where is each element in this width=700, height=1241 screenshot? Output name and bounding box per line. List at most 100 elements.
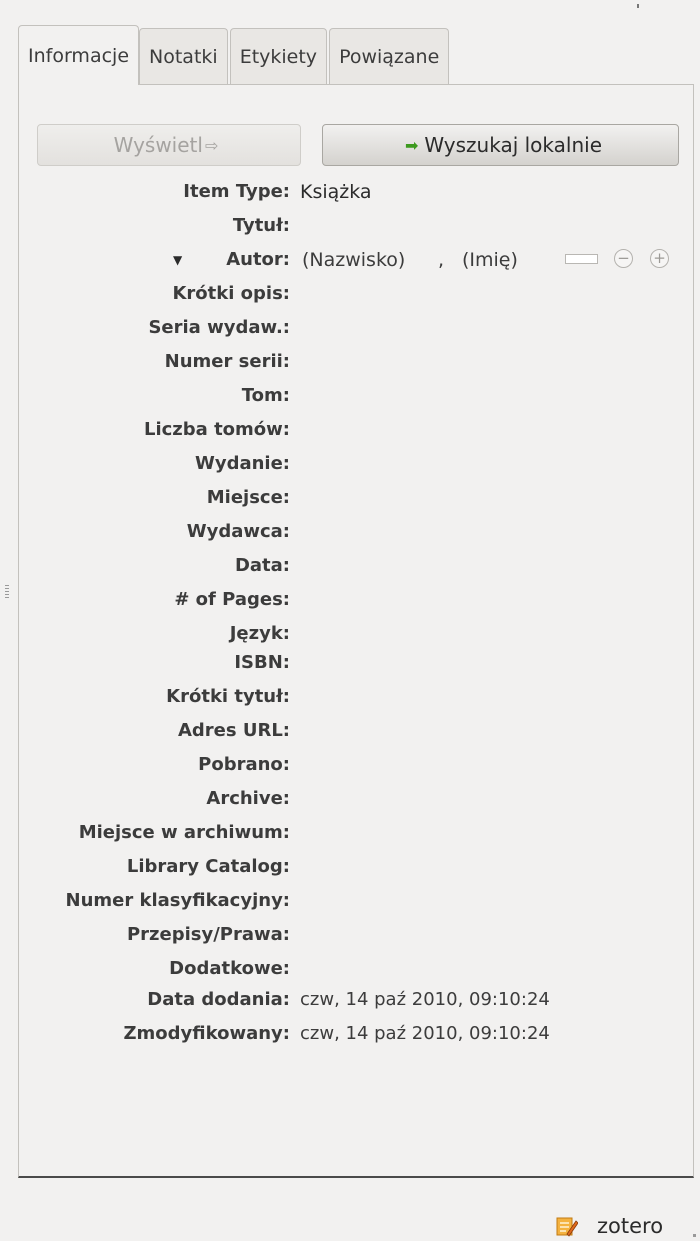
status-bar: zotero: [0, 1212, 700, 1241]
field-label: Library Catalog:: [126, 856, 290, 877]
field-row: Miejsce w archiwum:: [0, 818, 700, 848]
title-field[interactable]: [300, 211, 660, 241]
date-added-value: czw, 14 paź 2010, 09:10:24: [300, 989, 550, 1010]
field-value[interactable]: [300, 784, 660, 814]
field-label: Miejsce:: [206, 487, 290, 508]
view-button-label: Wyświetl: [113, 133, 203, 157]
field-value[interactable]: [300, 920, 660, 950]
field-value[interactable]: [300, 619, 660, 649]
creator-first-name-field[interactable]: (Imię): [462, 245, 518, 275]
field-value[interactable]: [300, 347, 660, 377]
field-value[interactable]: [300, 886, 660, 916]
arrow-right-icon: ⇨: [204, 135, 219, 155]
field-label: Seria wydaw.:: [148, 317, 290, 338]
field-row: Numer serii:: [0, 347, 700, 377]
field-row: Wydanie:: [0, 449, 700, 479]
zotero-status-label[interactable]: zotero: [597, 1213, 663, 1239]
field-value[interactable]: [300, 381, 660, 411]
field-row: Numer klasyfikacyjny:: [0, 886, 700, 916]
tab-tags[interactable]: Etykiety: [229, 28, 328, 85]
field-row: Przepisy/Prawa:: [0, 920, 700, 950]
item-type-row: Item Type: Książka: [0, 177, 700, 207]
field-value[interactable]: [300, 682, 660, 712]
field-row: Wydawca:: [0, 517, 700, 547]
field-label: Pobrano:: [198, 754, 290, 775]
date-modified-value: czw, 14 paź 2010, 09:10:24: [300, 1023, 550, 1044]
date-added-label: Data dodania:: [147, 989, 290, 1010]
field-label: # of Pages:: [174, 589, 290, 610]
creator-row: ▼ Autor: (Nazwisko) , (Imię) − +: [0, 245, 700, 275]
field-row: Pobrano:: [0, 750, 700, 780]
field-value[interactable]: [300, 517, 660, 547]
remove-creator-icon[interactable]: −: [614, 249, 633, 268]
field-label: Data:: [234, 555, 290, 576]
tab-related[interactable]: Powiązane: [329, 28, 450, 85]
field-row: Krótki tytuł:: [0, 682, 700, 712]
title-row: Tytuł:: [0, 211, 700, 241]
field-value[interactable]: [300, 852, 660, 882]
date-added-row: Data dodania: czw, 14 paź 2010, 09:10:24: [0, 985, 700, 1015]
field-label: Język:: [229, 623, 290, 644]
item-type-label: Item Type:: [183, 181, 290, 202]
creator-field-mode-switch[interactable]: [565, 254, 598, 264]
field-value[interactable]: [300, 313, 660, 343]
field-value[interactable]: [300, 750, 660, 780]
field-label: Archive:: [206, 788, 290, 809]
locate-locally-button[interactable]: ➡ Wyszukaj lokalnie: [322, 124, 679, 166]
locate-locally-label: Wyszukaj lokalnie: [424, 133, 603, 157]
field-row: Seria wydaw.:: [0, 313, 700, 343]
field-row: Język:: [0, 619, 700, 649]
field-label: Wydawca:: [186, 521, 290, 542]
field-label: Przepisy/Prawa:: [126, 924, 290, 945]
field-row: Dodatkowe:: [0, 954, 700, 984]
field-label: Numer serii:: [164, 351, 290, 372]
field-label: Dodatkowe:: [169, 958, 290, 979]
title-label: Tytuł:: [232, 215, 290, 236]
field-label: Krótki tytuł:: [166, 686, 290, 707]
field-label: Krótki opis:: [172, 283, 290, 304]
field-label: Tom:: [241, 385, 290, 406]
field-row: Miejsce:: [0, 483, 700, 513]
field-label: Liczba tomów:: [143, 419, 290, 440]
field-value[interactable]: [300, 449, 660, 479]
field-label: Numer klasyfikacyjny:: [65, 890, 291, 911]
field-row: Library Catalog:: [0, 852, 700, 882]
field-label: Miejsce w archiwum:: [78, 822, 290, 843]
field-row: Adres URL:: [0, 716, 700, 746]
field-value[interactable]: [300, 585, 660, 615]
field-row: # of Pages:: [0, 585, 700, 615]
field-value[interactable]: [300, 716, 660, 746]
creator-separator: ,: [438, 249, 445, 271]
field-row: Archive:: [0, 784, 700, 814]
creator-type-dropdown-icon[interactable]: ▼: [173, 245, 182, 275]
add-creator-icon[interactable]: +: [650, 249, 669, 268]
field-value[interactable]: [300, 954, 660, 984]
creator-last-name-field[interactable]: (Nazwisko): [302, 245, 405, 275]
field-row: Krótki opis:: [0, 279, 700, 309]
field-value[interactable]: [300, 279, 660, 309]
date-modified-label: Zmodyfikowany:: [123, 1023, 290, 1044]
item-pane-tabs: Informacje Notatki Etykiety Powiązane: [18, 25, 451, 85]
field-value[interactable]: [300, 483, 660, 513]
field-row: Tom:: [0, 381, 700, 411]
field-value[interactable]: [300, 551, 660, 581]
tab-notes[interactable]: Notatki: [139, 28, 228, 85]
item-type-value[interactable]: Książka: [300, 177, 372, 207]
window-edge-mark: [637, 4, 639, 8]
field-label: Adres URL:: [177, 720, 290, 741]
field-value[interactable]: [300, 648, 660, 678]
field-value[interactable]: [300, 818, 660, 848]
tab-info[interactable]: Informacje: [18, 25, 140, 85]
field-row: ISBN:: [0, 648, 700, 678]
field-label: ISBN:: [234, 652, 290, 673]
resize-grip[interactable]: [693, 1234, 696, 1237]
field-label: Wydanie:: [194, 453, 290, 474]
field-row: Data:: [0, 551, 700, 581]
field-row: Liczba tomów:: [0, 415, 700, 445]
field-value[interactable]: [300, 415, 660, 445]
green-arrow-right-icon: ➡: [404, 135, 419, 155]
date-modified-row: Zmodyfikowany: czw, 14 paź 2010, 09:10:2…: [0, 1019, 700, 1049]
creator-type-label[interactable]: Autor:: [226, 245, 290, 275]
view-button[interactable]: Wyświetl ⇨: [37, 124, 301, 166]
zotero-pencil-icon[interactable]: [556, 1215, 578, 1237]
